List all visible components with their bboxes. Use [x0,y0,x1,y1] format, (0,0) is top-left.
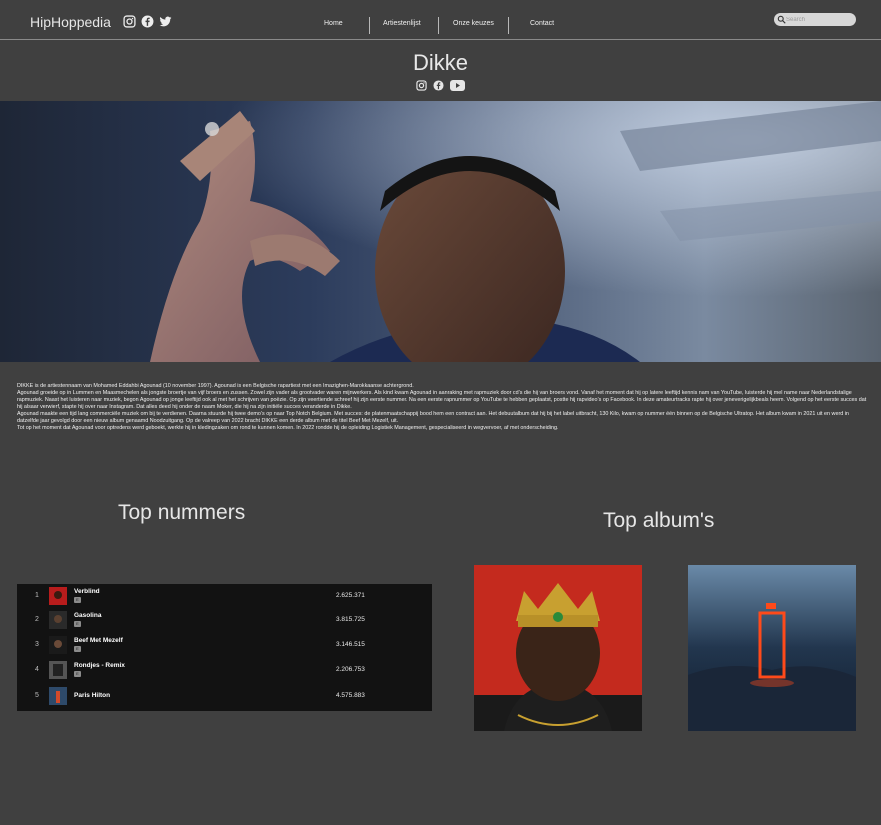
track-plays: 4.575.883 [336,692,365,699]
explicit-badge: E [74,621,81,627]
navbar: HipHoppedia Home Artiestenlijst Onze keu… [0,0,881,40]
facebook-icon[interactable] [433,78,444,96]
album-cover[interactable] [688,565,856,731]
top-albums-title: Top album's [603,509,715,532]
instagram-icon[interactable] [123,15,136,28]
nav-divider [508,17,509,34]
bio-paragraph: Agounad maakte een tijd lang commerciële… [17,411,849,424]
nav-divider [438,17,439,34]
track-title: Rondjes - Remix [74,662,125,669]
nav-divider [369,17,370,34]
track-cover [49,636,67,654]
bio-paragraph: DIKKE is de artiestennaam van Mohamed Ed… [17,383,414,389]
youtube-icon[interactable] [450,78,465,96]
artist-social-icons [416,78,465,96]
track-number: 2 [35,616,39,623]
track-title: Gasolina [74,612,102,619]
instagram-icon[interactable] [416,78,427,96]
nav-contact[interactable]: Contact [530,20,554,27]
bio-paragraph: Agounad groeide op in Lummen en Maasmech… [17,390,867,410]
artist-biography: DIKKE is de artiestennaam van Mohamed Ed… [17,383,872,432]
spotify-player: 1 Verblind E 2.625.371 2 Gasolina E 3.81… [17,584,432,711]
track-cover [49,661,67,679]
nav-artiestenlijst[interactable]: Artiestenlijst [383,20,421,27]
top-tracks-title: Top nummers [118,501,246,524]
track-title: Paris Hilton [74,692,111,699]
artist-name: Dikke [412,50,468,75]
brand-social-icons [123,15,172,28]
track-plays: 2.206.753 [336,666,365,673]
track-row[interactable]: 5 Paris Hilton 4.575.883 [17,684,432,709]
track-row[interactable]: 4 Rondjes - Remix E 2.206.753 [17,658,432,683]
track-row[interactable]: 3 Beef Met Mezelf E 3.146.515 [17,633,432,658]
explicit-badge: E [74,671,81,677]
track-plays: 2.625.371 [336,592,365,599]
track-number: 4 [35,666,39,673]
track-row[interactable]: 1 Verblind E 2.625.371 [17,584,432,609]
search-input[interactable] [786,14,851,25]
track-cover [49,587,67,605]
track-number: 3 [35,641,39,648]
search-icon [777,15,786,24]
twitter-icon[interactable] [159,15,172,28]
nav-home[interactable]: Home [324,20,343,27]
track-plays: 3.146.515 [336,641,365,648]
track-title: Verblind [74,588,100,595]
artist-hero-image [0,101,881,362]
track-cover [49,687,67,705]
bio-paragraph: Tot op het moment dat Agounad voor optre… [17,425,559,431]
brand-logo[interactable]: HipHoppedia [30,14,111,30]
search-box [774,13,856,26]
track-title: Beef Met Mezelf [74,637,123,644]
track-number: 5 [35,692,39,699]
explicit-badge: E [74,597,81,603]
album-cover[interactable] [474,565,642,731]
nav-onze-keuzes[interactable]: Onze keuzes [453,20,494,27]
main-nav: Home Artiestenlijst Onze keuzes Contact [300,17,600,35]
track-plays: 3.815.725 [336,616,365,623]
track-row[interactable]: 2 Gasolina E 3.815.725 [17,608,432,633]
facebook-icon[interactable] [141,15,154,28]
track-cover [49,611,67,629]
track-number: 1 [35,592,39,599]
explicit-badge: E [74,646,81,652]
